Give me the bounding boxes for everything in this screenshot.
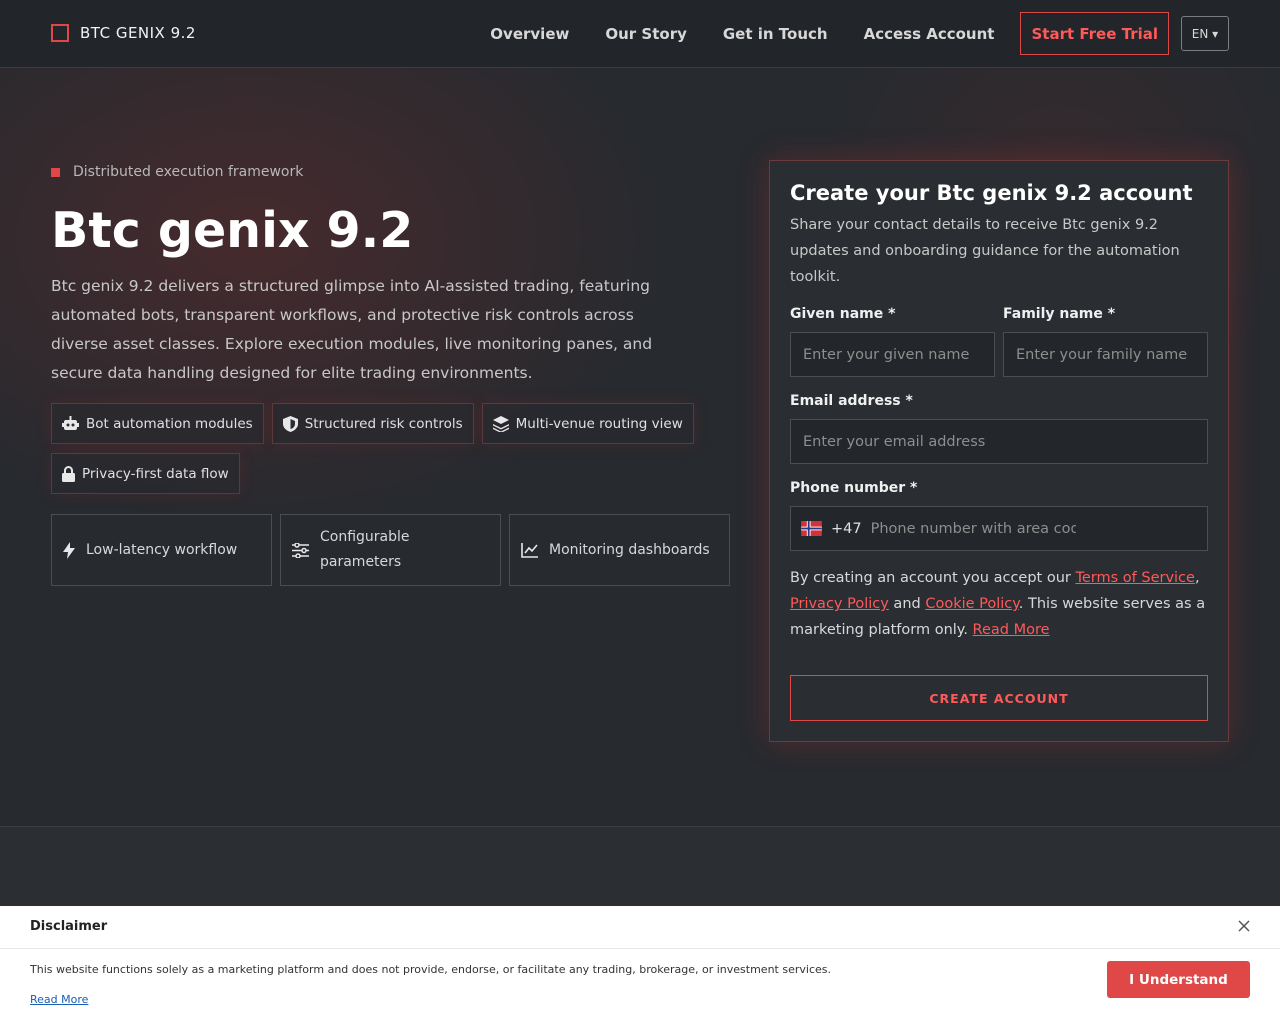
feature-low-latency: Low-latency workflow	[51, 514, 272, 586]
hero-description: Btc genix 9.2 delivers a structured glim…	[51, 277, 653, 382]
bolt-icon	[63, 541, 75, 559]
disclaimer-header: Disclaimer	[0, 906, 1280, 949]
family-name-label: Family name *	[1003, 306, 1116, 322]
feature-label: Configurable parameters	[320, 529, 410, 570]
lower-section	[0, 826, 1280, 906]
logo[interactable]: BTC GENIX 9.2	[51, 24, 196, 42]
lock-icon	[62, 465, 75, 482]
cookie-policy-link[interactable]: Cookie Policy	[925, 596, 1018, 612]
read-more-link[interactable]: Read More	[973, 622, 1050, 638]
given-name-group: Given name *	[790, 306, 995, 377]
terms-comma: ,	[1194, 570, 1200, 586]
sliders-icon	[292, 542, 309, 558]
name-row: Given name * Family name *	[790, 306, 1208, 377]
chip-label: Structured risk controls	[304, 415, 463, 432]
hero-section: Distributed execution framework Btc geni…	[0, 68, 1280, 826]
close-icon[interactable]	[1238, 920, 1250, 932]
chip-label: Privacy-first data flow	[82, 465, 229, 482]
chip-risk-controls: Structured risk controls	[271, 403, 474, 444]
eyebrow: Distributed execution framework	[51, 164, 303, 180]
shield-icon	[282, 415, 298, 432]
feature-monitoring: Monitoring dashboards	[509, 514, 730, 586]
terms-of-service-link[interactable]: Terms of Service	[1075, 570, 1194, 586]
signup-form-card: Create your Btc genix 9.2 account Share …	[769, 160, 1229, 742]
family-name-input[interactable]	[1003, 332, 1208, 377]
feature-label: Monitoring dashboards	[549, 541, 710, 558]
phone-country-code[interactable]: +47	[831, 521, 862, 537]
feature-configurable: Configurable parameters	[280, 514, 501, 586]
chip-label: Multi-venue routing view	[515, 415, 683, 432]
logo-square-icon	[51, 24, 69, 42]
chip-bot-automation: Bot automation modules	[51, 403, 264, 444]
privacy-policy-link[interactable]: Privacy Policy	[790, 596, 889, 612]
nav-link-our-story[interactable]: Our Story	[605, 25, 687, 43]
capability-chips: Bot automation modules Structured risk c…	[51, 403, 711, 503]
language-selector[interactable]: EN ▾	[1181, 16, 1229, 51]
feature-cards: Low-latency workflow Configurable parame…	[51, 514, 738, 586]
layers-icon	[492, 415, 509, 432]
disclaimer-text: This website functions solely as a marke…	[30, 963, 831, 976]
terms-pre: By creating an account you accept our	[790, 570, 1076, 586]
hero-title: Btc genix 9.2	[51, 202, 414, 259]
phone-input[interactable]	[870, 520, 1076, 537]
email-label: Email address *	[790, 393, 913, 409]
terms-text: By creating an account you accept our Te…	[790, 565, 1208, 643]
disclaimer-banner: Disclaimer This website functions solely…	[0, 906, 1280, 1024]
disclaimer-title: Disclaimer	[30, 919, 108, 934]
given-name-input[interactable]	[790, 332, 995, 377]
chip-routing-view: Multi-venue routing view	[481, 403, 694, 444]
disclaimer-read-more-link[interactable]: Read More	[30, 993, 88, 1006]
form-title: Create your Btc genix 9.2 account	[790, 181, 1193, 205]
i-understand-button[interactable]: I Understand	[1107, 961, 1250, 998]
logo-text: BTC GENIX 9.2	[80, 24, 196, 42]
given-name-label: Given name *	[790, 306, 896, 322]
form-subtitle: Share your contact details to receive Bt…	[790, 217, 1180, 285]
family-name-group: Family name *	[1003, 306, 1208, 377]
feature-label: Low-latency workflow	[86, 541, 238, 558]
eyebrow-square-icon	[51, 167, 60, 177]
top-navigation: BTC GENIX 9.2 Overview Our Story Get in …	[0, 0, 1280, 68]
start-free-trial-button[interactable]: Start Free Trial	[1020, 12, 1169, 55]
terms-and: and	[888, 596, 926, 612]
chip-privacy-flow: Privacy-first data flow	[51, 453, 240, 494]
phone-label: Phone number *	[790, 480, 918, 496]
eyebrow-text: Distributed execution framework	[73, 164, 304, 180]
nav-link-access-account[interactable]: Access Account	[864, 25, 995, 43]
chip-label: Bot automation modules	[86, 415, 253, 432]
phone-field: +47	[790, 506, 1208, 551]
nav-link-overview[interactable]: Overview	[490, 25, 569, 43]
robot-icon	[62, 416, 79, 430]
nav-link-get-in-touch[interactable]: Get in Touch	[723, 25, 828, 43]
email-input[interactable]	[790, 419, 1208, 464]
nav-links: Overview Our Story Get in Touch Access A…	[490, 12, 1229, 55]
create-account-button[interactable]: CREATE ACCOUNT	[790, 675, 1208, 721]
chart-line-icon	[521, 542, 538, 558]
norway-flag-icon[interactable]	[801, 521, 822, 536]
